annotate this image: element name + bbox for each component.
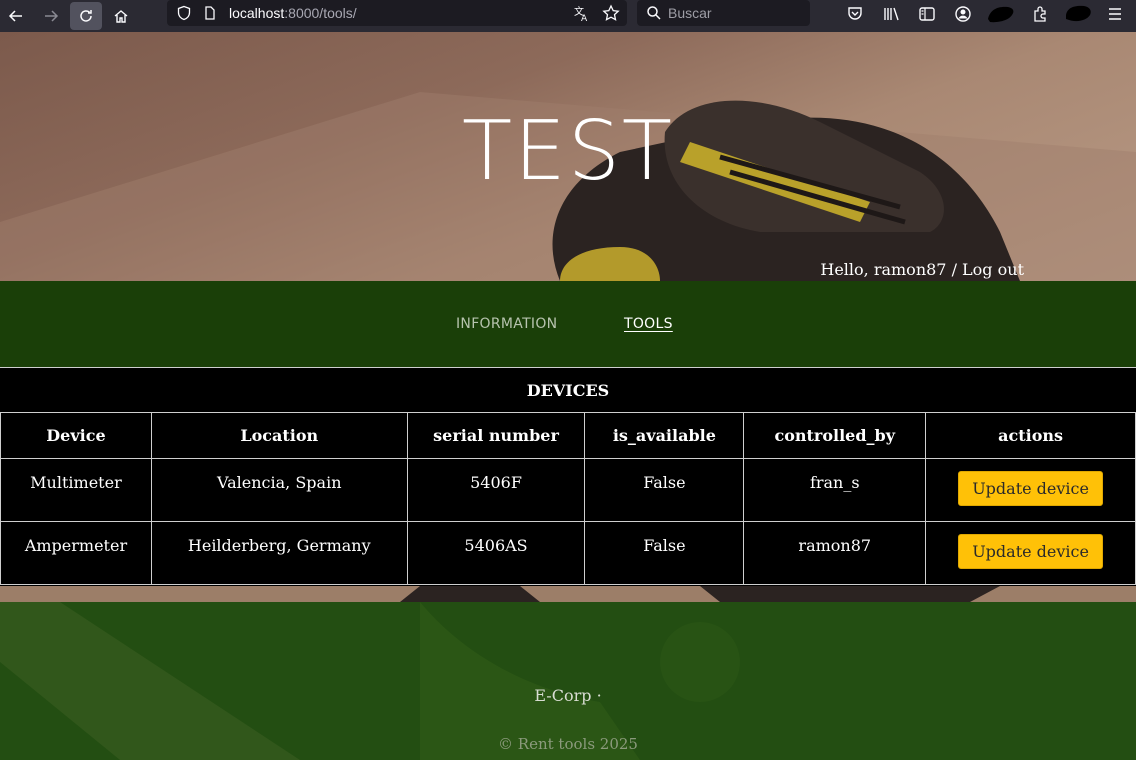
cell-actions: Update device [925,521,1136,585]
table-row: Multimeter Valencia, Spain 5406F False f… [0,458,1136,522]
header-available: is_available [584,412,745,459]
update-device-button[interactable]: Update device [958,534,1103,569]
table-caption: DEVICES [0,367,1136,412]
sidebar-icon[interactable] [918,5,936,23]
menu-icon[interactable] [1106,5,1124,23]
user-greeting-logout[interactable]: Hello, ramon87 / Log out [820,260,1024,279]
puzzle-icon[interactable] [1031,5,1049,23]
site-title: TEST [461,104,675,199]
table-row: Ampermeter Heilderberg, Germany 5406AS F… [0,521,1136,585]
shield-icon[interactable] [176,5,192,21]
account-icon[interactable] [954,5,972,23]
library-icon[interactable] [882,5,900,23]
browser-search-bar[interactable]: Buscar [637,0,810,26]
reload-button[interactable] [70,2,102,30]
header-location: Location [150,412,408,459]
cell-controlled-by: ramon87 [743,521,927,585]
extension-icon-2[interactable] [1064,3,1094,25]
back-button[interactable] [0,2,32,30]
extension-icon[interactable] [985,3,1017,25]
devices-table-section: DEVICES Device Location serial number is… [0,367,1136,586]
cell-actions: Update device [925,458,1136,522]
url-bar[interactable]: localhost:8000/tools/ 文A [167,0,627,26]
update-device-button[interactable]: Update device [958,471,1103,506]
home-button[interactable] [105,2,137,30]
footer-copyright: © Rent tools 2025 [498,735,638,753]
cell-serial: 5406AS [406,521,586,585]
cell-serial: 5406F [406,458,586,522]
nav-information[interactable]: INFORMATION [456,316,557,332]
header-serial: serial number [406,412,586,459]
url-text[interactable]: localhost:8000/tools/ [229,5,357,21]
bookmark-star-icon[interactable] [602,4,620,22]
table-header-row: Device Location serial number is_availab… [0,412,1136,459]
pocket-icon[interactable] [846,5,864,23]
background-strip [0,586,1136,602]
forward-button[interactable] [35,2,67,30]
url-path: :8000/tools/ [284,5,357,21]
cell-location: Heilderberg, Germany [150,521,408,585]
search-icon [647,6,661,20]
cell-location: Valencia, Spain [150,458,408,522]
hero-banner: TEST Hello, ramon87 / Log out [0,32,1136,281]
cell-device: Ampermeter [0,521,152,585]
cell-device: Multimeter [0,458,152,522]
footer: E-Corp · © Rent tools 2025 [0,602,1136,760]
search-placeholder: Buscar [668,5,712,21]
main-nav: INFORMATION TOOLS [0,281,1136,367]
header-device: Device [0,412,152,459]
devices-table: DEVICES Device Location serial number is… [0,367,1136,585]
cell-available: False [584,521,745,585]
url-host: localhost [229,5,285,21]
footer-brand: E-Corp · [534,686,602,705]
nav-tools[interactable]: TOOLS [624,316,673,332]
svg-text:A: A [581,14,588,22]
browser-toolbar: localhost:8000/tools/ 文A Buscar [0,0,1136,32]
reload-icon [80,10,92,22]
header-controlled-by: controlled_by [743,412,927,459]
home-icon [114,10,128,23]
cell-controlled-by: fran_s [743,458,927,522]
cell-available: False [584,458,745,522]
back-arrow-icon [8,10,22,22]
header-actions: actions [925,412,1136,459]
page-icon[interactable] [202,5,218,21]
translate-icon[interactable]: 文A [573,4,591,22]
forward-arrow-icon [45,10,59,22]
